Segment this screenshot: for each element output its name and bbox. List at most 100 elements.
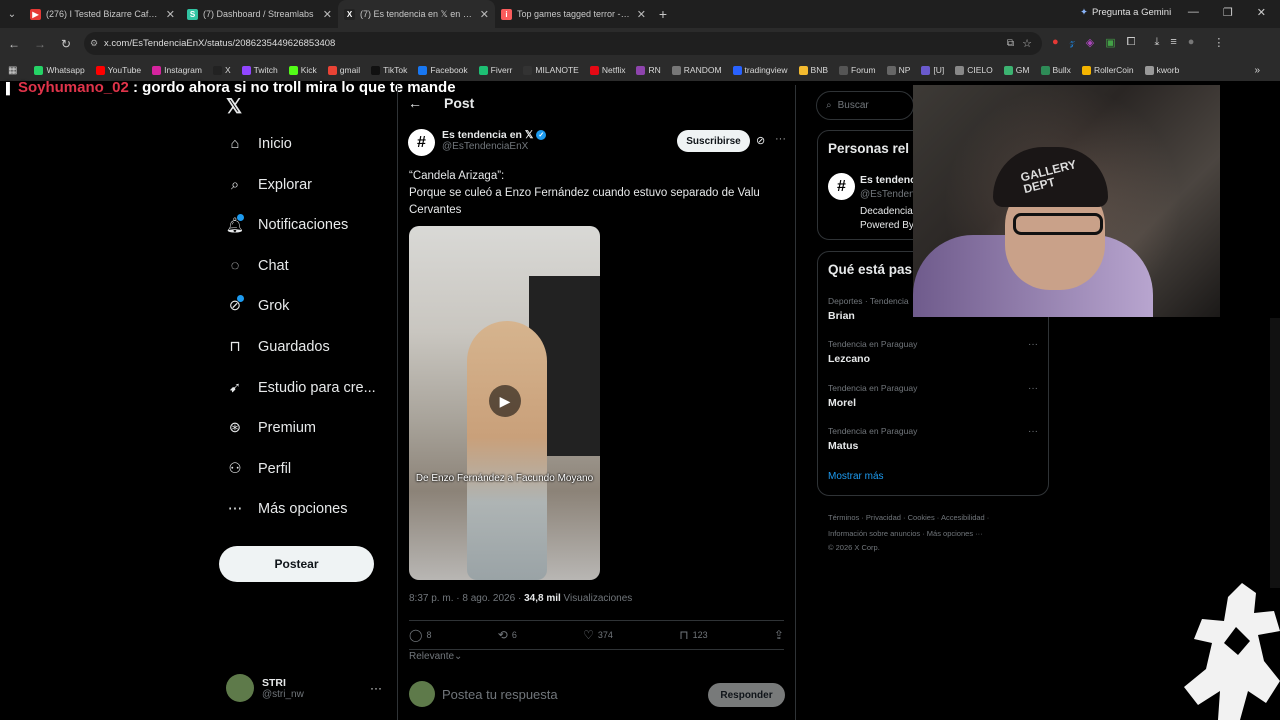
bookmark-item[interactable]: RANDOM: [671, 65, 722, 75]
sort-replies-dropdown[interactable]: Relevante⌄: [409, 651, 462, 662]
avatar[interactable]: #: [828, 173, 855, 200]
record-extension-icon[interactable]: ●: [1052, 36, 1059, 49]
close-window-icon[interactable]: ✕: [1257, 6, 1266, 19]
maximize-icon[interactable]: ❐: [1223, 6, 1233, 19]
close-tab-icon[interactable]: ✕: [166, 8, 175, 21]
forward-icon[interactable]: →: [28, 37, 52, 51]
trend-more-icon[interactable]: ···: [1028, 339, 1038, 350]
scrollbar[interactable]: [1270, 318, 1280, 588]
bookmark-item[interactable]: GM: [1003, 65, 1030, 75]
reply-button[interactable]: ◯ 8: [409, 627, 431, 643]
profile-avatar[interactable]: ●: [1188, 36, 1195, 49]
apps-grid-icon[interactable]: ▦: [8, 65, 17, 76]
bookmark-item[interactable]: Fiverr: [478, 65, 512, 75]
bookmark-item[interactable]: CIELO: [955, 65, 993, 75]
bookmark-item[interactable]: Netflix: [589, 65, 625, 75]
post-timestamp[interactable]: 8:37 p. m. · 8 ago. 2026 ·: [409, 593, 524, 604]
subscribe-button[interactable]: Suscribirse: [677, 130, 750, 152]
bookmark-item[interactable]: TikTok: [371, 65, 407, 75]
search-input[interactable]: ⌕ Buscar: [816, 91, 914, 120]
browser-tab[interactable]: X (7) Es tendencia en 𝕏 en X: ""C ✕: [338, 0, 495, 28]
account-more-icon[interactable]: ···: [370, 681, 382, 695]
extension-icon[interactable]: ▣: [1105, 36, 1115, 49]
extension-icon[interactable]: 𝓏: [1070, 36, 1075, 49]
bookmark-item[interactable]: RN: [636, 65, 661, 75]
browser-tab[interactable]: ▶ (276) I Tested Bizarre Cafes in Ja ✕: [24, 0, 181, 28]
install-icon[interactable]: ⧉: [1007, 38, 1014, 49]
post-button[interactable]: Postear: [219, 546, 374, 582]
bookmark-item[interactable]: gmail: [327, 65, 360, 75]
show-more-link[interactable]: Mostrar más: [828, 471, 884, 482]
close-tab-icon[interactable]: ✕: [480, 8, 489, 21]
close-tab-icon[interactable]: ✕: [323, 8, 332, 21]
bookmark-item[interactable]: Instagram: [152, 65, 202, 75]
author-avatar[interactable]: #: [408, 129, 435, 156]
close-tab-icon[interactable]: ✕: [637, 8, 646, 21]
tab-search-icon[interactable]: ⌄: [0, 9, 24, 20]
bookmark-item[interactable]: RollerCoin: [1081, 65, 1134, 75]
bookmark-item[interactable]: NP: [886, 65, 910, 75]
bookmark-item[interactable]: X: [212, 65, 231, 75]
post-more-icon[interactable]: ···: [775, 133, 786, 145]
gemini-button[interactable]: ✦ Pregunta a Gemini: [1080, 7, 1171, 18]
puzzle-icon[interactable]: ⧠: [1127, 36, 1136, 49]
bookmarks-overflow-icon[interactable]: »: [1254, 65, 1260, 76]
reply-input[interactable]: Postea tu respuesta: [442, 687, 558, 702]
nav-item-premium[interactable]: ⊛ Premium: [226, 419, 316, 437]
bookmark-item[interactable]: Forum: [839, 65, 876, 75]
repost-button[interactable]: ⟲ 6: [498, 627, 517, 643]
x-logo-icon[interactable]: 𝕏: [226, 94, 242, 119]
bookmark-item[interactable]: YouTube: [95, 65, 141, 75]
bookmark-item[interactable]: Twitch: [241, 65, 278, 75]
browser-tab[interactable]: i Top games tagged terror - itch. ✕: [495, 0, 652, 28]
reload-icon[interactable]: ↻: [54, 37, 78, 51]
bookmark-item[interactable]: tradingview: [732, 65, 788, 75]
post-video[interactable]: ▶ De Enzo Fernández a Facundo Moyano: [409, 226, 600, 580]
nav-item-chat[interactable]: ◌ Chat: [226, 257, 289, 275]
footer-link[interactable]: Términos · Privacidad · Cookies · Accesi…: [828, 510, 1048, 526]
bookmark-item[interactable]: BNB: [798, 65, 828, 75]
like-button[interactable]: ♡ 374: [583, 627, 613, 643]
nav-item-more[interactable]: ⋯ Más opciones: [226, 500, 348, 518]
extension-icon[interactable]: ◈: [1086, 36, 1094, 49]
account-switcher[interactable]: STRI @stri_nw: [226, 674, 304, 702]
bookmark-item[interactable]: Kick: [288, 65, 317, 75]
browser-menu-icon[interactable]: ⋮: [1213, 36, 1224, 49]
new-tab-button[interactable]: +: [652, 6, 674, 22]
share-button[interactable]: ⇪: [774, 627, 784, 643]
minimize-icon[interactable]: —: [1188, 6, 1199, 19]
trend-item[interactable]: Tendencia en Paraguay Matus ···: [828, 426, 1038, 452]
browser-tab[interactable]: S (7) Dashboard / Streamlabs ✕: [181, 0, 338, 28]
bookmark-item[interactable]: Whatsapp: [34, 65, 85, 75]
star-icon[interactable]: ☆: [1022, 37, 1032, 50]
trend-item[interactable]: Tendencia en Paraguay Morel ···: [828, 383, 1038, 409]
post-author[interactable]: # Es tendencia en 𝕏 ✓ @EsTendenciaEnX: [408, 129, 547, 156]
nav-item-home[interactable]: ⌂ Inicio: [226, 135, 292, 153]
trend-item[interactable]: Tendencia en Paraguay Lezcano ···: [828, 339, 1038, 365]
footer-link[interactable]: Información sobre anuncios · Más opcione…: [828, 526, 1048, 542]
grok-icon[interactable]: ⊘: [756, 134, 765, 147]
back-icon[interactable]: ←: [2, 37, 26, 51]
play-icon[interactable]: ▶: [489, 385, 521, 417]
bookmark-button[interactable]: ⊓ 123: [679, 627, 707, 643]
bookmark-item[interactable]: MILANOTE: [523, 65, 579, 75]
nav-item-user[interactable]: ⚇ Perfil: [226, 460, 292, 478]
back-arrow-icon[interactable]: ←: [408, 95, 422, 111]
bookmark-item[interactable]: Facebook: [418, 65, 468, 75]
bookmark-item[interactable]: kworb: [1144, 65, 1179, 75]
download-icon[interactable]: ⤓: [1154, 36, 1159, 49]
trend-more-icon[interactable]: ···: [1028, 383, 1038, 394]
nav-item-search[interactable]: ⌕ Explorar: [226, 176, 312, 194]
nav-item-rocket[interactable]: ➹ Estudio para cre...: [226, 379, 376, 397]
nav-item-bell[interactable]: 🔔︎ Notificaciones: [226, 214, 348, 234]
trend-more-icon[interactable]: ···: [1028, 426, 1038, 437]
reply-submit-button[interactable]: Responder: [708, 683, 785, 707]
person-name[interactable]: Es tendenc: [860, 174, 916, 186]
bookmark-item[interactable]: Bullx: [1040, 65, 1071, 75]
media-icon[interactable]: ≡: [1170, 36, 1176, 49]
address-bar[interactable]: ⚙ x.com/EsTendenciaEnX/status/2086235449…: [84, 32, 1042, 55]
bookmark-item[interactable]: [U]: [921, 65, 944, 75]
nav-item-bookmark[interactable]: ⊓ Guardados: [226, 338, 329, 356]
nav-item-grok[interactable]: ⊘ Grok: [226, 295, 289, 315]
site-info-icon[interactable]: ⚙: [90, 38, 98, 49]
